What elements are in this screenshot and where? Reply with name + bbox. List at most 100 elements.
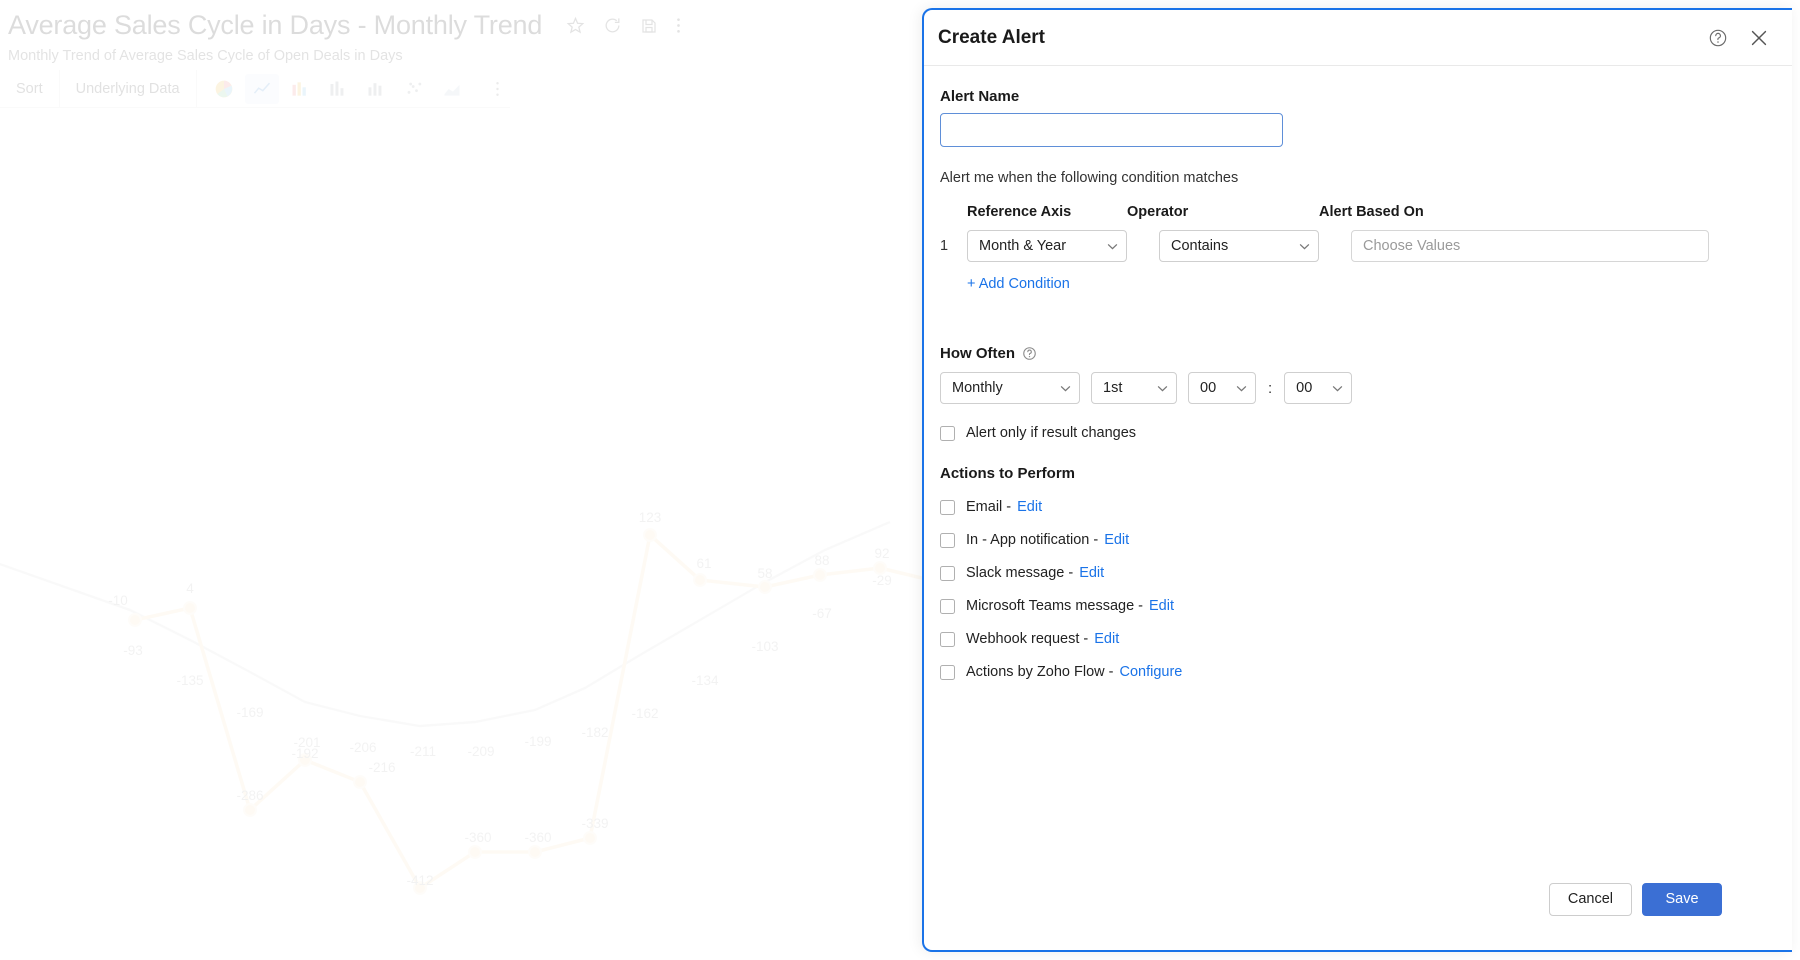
svg-text:-182: -182 (581, 725, 608, 740)
svg-text:92: 92 (874, 546, 889, 561)
reference-axis-value: Month & Year (979, 238, 1067, 254)
in-app-notification-edit-link[interactable]: Edit (1104, 532, 1129, 548)
horizontal-bar-chart-icon[interactable] (321, 74, 355, 104)
column-chart-icon[interactable] (359, 74, 393, 104)
slack-message-action-label: Slack message - (966, 565, 1074, 581)
alert-only-if-changes-checkbox[interactable] (940, 425, 955, 441)
how-often-label: How Often (940, 345, 1015, 362)
condition-builder: Reference Axis Operator Alert Based On 1… (940, 204, 1776, 293)
slack-message-action-checkbox[interactable] (940, 565, 955, 581)
svg-text:61: 61 (696, 556, 711, 571)
page-subtitle: Monthly Trend of Average Sales Cycle of … (8, 48, 403, 64)
svg-text:-360: -360 (464, 830, 491, 845)
frequency-value: Monthly (952, 380, 1003, 396)
choose-values-input[interactable] (1351, 230, 1709, 262)
webhook-request-action-checkbox[interactable] (940, 631, 955, 647)
color-bar-chart-icon[interactable] (283, 74, 317, 104)
action-row-microsoft-teams-message[interactable]: Microsoft Teams message - Edit (940, 598, 1776, 614)
underlying-data-button[interactable]: Underlying Data (60, 69, 197, 108)
zoho-flow-configure-link[interactable]: Configure (1119, 664, 1182, 680)
email-edit-link[interactable]: Edit (1017, 499, 1042, 515)
header-operator: Operator (1127, 204, 1189, 220)
operator-select[interactable]: Contains (1159, 230, 1319, 262)
webhook-request-action-label: Webhook request - (966, 631, 1089, 647)
chart-header: Average Sales Cycle in Days - Monthly Tr… (8, 10, 680, 41)
toolbar-more-options-icon[interactable] (487, 74, 509, 104)
svg-text:-206: -206 (349, 740, 376, 755)
email-action-checkbox[interactable] (940, 499, 955, 515)
svg-text:-286: -286 (236, 788, 263, 803)
webhook-request-edit-link[interactable]: Edit (1094, 631, 1119, 647)
schedule-row: Monthly 1st 00 : 00 (940, 372, 1776, 404)
area-chart-icon[interactable] (435, 74, 469, 104)
microsoft-teams-message-edit-link[interactable]: Edit (1149, 598, 1174, 614)
in-app-notification-action-checkbox[interactable] (940, 532, 955, 548)
chart-type-switcher (197, 73, 509, 104)
day-value: 1st (1103, 380, 1123, 396)
email-action-label: Email - (966, 499, 1012, 515)
condition-column-headers: Reference Axis Operator Alert Based On (940, 204, 1776, 220)
reference-axis-select[interactable]: Month & Year (967, 230, 1127, 262)
svg-text:-201: -201 (293, 735, 320, 750)
sort-button[interactable]: Sort (0, 69, 60, 108)
more-options-icon[interactable] (676, 16, 681, 35)
svg-text:-412: -412 (406, 873, 433, 888)
condition-index: 1 (940, 238, 949, 254)
svg-text:-339: -339 (581, 816, 608, 831)
pie-chart-icon[interactable] (207, 74, 241, 104)
svg-text:-134: -134 (691, 673, 719, 688)
save-button[interactable]: Save (1642, 882, 1722, 916)
in-app-notification-action-label: In - App notification - (966, 532, 1099, 548)
dialog-header-actions (1708, 27, 1770, 49)
svg-text:-199: -199 (524, 734, 551, 749)
svg-text:-360: -360 (524, 830, 551, 845)
alert-only-if-changes-label: Alert only if result changes (966, 425, 1137, 441)
zoho-flow-action-label: Actions by Zoho Flow - (966, 664, 1114, 680)
svg-text:-103: -103 (751, 639, 778, 654)
action-row-slack-message[interactable]: Slack message - Edit (940, 565, 1776, 581)
chevron-down-icon (1322, 385, 1343, 392)
save-icon[interactable] (640, 17, 658, 35)
svg-text:-169: -169 (236, 705, 263, 720)
help-circle-icon[interactable] (1022, 346, 1037, 361)
svg-text:-67: -67 (812, 606, 832, 621)
svg-text:-209: -209 (467, 744, 494, 759)
chevron-down-icon (1147, 385, 1168, 392)
minute-value: 00 (1296, 380, 1313, 396)
dialog-footer: Cancel Save (924, 870, 1792, 950)
zoho-flow-action-checkbox[interactable] (940, 664, 955, 680)
cancel-button[interactable]: Cancel (1548, 882, 1632, 916)
svg-text:4: 4 (186, 581, 194, 596)
how-often-header: How Often (940, 345, 1776, 362)
alert-name-label: Alert Name (940, 88, 1020, 105)
hour-select[interactable]: 00 (1188, 372, 1256, 404)
slack-message-edit-link[interactable]: Edit (1079, 565, 1104, 581)
action-row-webhook-request[interactable]: Webhook request - Edit (940, 631, 1776, 647)
svg-text:-135: -135 (176, 673, 203, 688)
action-row-in-app-notification[interactable]: In - App notification - Edit (940, 532, 1776, 548)
help-circle-icon[interactable] (1708, 28, 1728, 48)
line-chart-icon[interactable] (244, 73, 279, 104)
svg-text:-29: -29 (872, 573, 892, 588)
add-condition-link[interactable]: + Add Condition (967, 276, 1070, 292)
action-row-email[interactable]: Email - Edit (940, 499, 1776, 515)
minute-select[interactable]: 00 (1284, 372, 1353, 404)
scatter-chart-icon[interactable] (397, 74, 431, 104)
close-icon[interactable] (1748, 27, 1770, 49)
chevron-down-icon (1097, 243, 1118, 250)
frequency-select[interactable]: Monthly (940, 372, 1080, 404)
microsoft-teams-message-action-checkbox[interactable] (940, 598, 955, 614)
action-row-zoho-flow[interactable]: Actions by Zoho Flow - Configure (940, 664, 1776, 680)
alert-name-input[interactable] (940, 113, 1283, 147)
chevron-down-icon (1050, 385, 1071, 392)
hour-value: 00 (1200, 380, 1217, 396)
star-icon[interactable] (566, 16, 585, 35)
refresh-icon[interactable] (603, 16, 622, 35)
chevron-down-icon (1226, 385, 1247, 392)
dialog-title: Create Alert (938, 26, 1046, 48)
day-of-month-select[interactable]: 1st (1091, 372, 1177, 404)
chevron-down-icon (1289, 243, 1310, 250)
header-alert-based-on: Alert Based On (1319, 204, 1424, 220)
alert-only-if-changes-row[interactable]: Alert only if result changes (940, 425, 1776, 441)
chart-toolbar: Sort Underlying Data (0, 69, 510, 108)
